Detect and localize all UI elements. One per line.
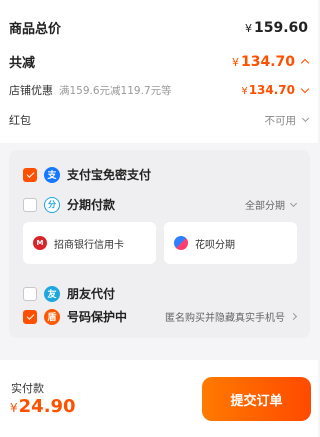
currency-symbol: ¥ xyxy=(231,55,239,69)
discount-value: 134.70 xyxy=(240,53,295,70)
discount-amount: ¥134.70 xyxy=(232,54,295,70)
friend-pay-label: 朋友代付 xyxy=(67,287,116,301)
chevron-down-icon xyxy=(289,199,298,207)
chevron-down-icon[interactable] xyxy=(301,114,310,123)
bank-name: 花呗分期 xyxy=(195,239,235,251)
cmb-bank-logo-icon: M xyxy=(33,236,47,250)
total-price-row: 商品总价 ¥159.60 xyxy=(9,18,308,38)
store-discount-value: 134.70 xyxy=(248,83,295,97)
submit-order-button[interactable]: 提交订单 xyxy=(202,377,311,421)
pay-amount-value: 24.90 xyxy=(18,396,76,417)
pay-amount-label: 实付款 xyxy=(11,382,44,395)
installment-option[interactable]: 分 分期付款 全部分期 xyxy=(23,196,298,213)
alipay-option[interactable]: 支 支付宝免密支付 xyxy=(23,166,296,183)
huabei-installment-option[interactable]: 花呗分期 xyxy=(164,222,297,264)
chevron-up-icon[interactable] xyxy=(300,58,310,68)
all-installments-link[interactable]: 全部分期 xyxy=(245,197,298,212)
store-discount-row[interactable]: 店铺优惠 满159.6元减119.7元等 ¥134.70 xyxy=(9,82,310,98)
pay-amount: ¥24.90 xyxy=(10,396,76,417)
installment-icon: 分 xyxy=(44,196,60,213)
huabei-logo-icon xyxy=(174,236,188,250)
alipay-label: 支付宝免密支付 xyxy=(67,168,152,182)
number-protection-label: 号码保护中 xyxy=(67,310,128,324)
bank-name: 招商银行信用卡 xyxy=(54,239,124,251)
price-summary: 商品总价 ¥159.60 共减 ¥134.70 店铺优惠 满159.6元减119… xyxy=(0,0,318,143)
red-packet-status: 不可用 xyxy=(264,114,297,127)
total-price-amount: ¥159.60 xyxy=(245,20,308,36)
number-protection-desc: 匿名购买并隐藏真实手机号 xyxy=(165,313,285,324)
discount-label: 共减 xyxy=(9,56,36,71)
store-discount-label: 店铺优惠 xyxy=(9,84,53,97)
all-installments-label: 全部分期 xyxy=(245,201,285,212)
friend-pay-checkbox[interactable] xyxy=(23,286,37,301)
discount-row[interactable]: 共减 ¥134.70 xyxy=(9,52,310,71)
store-discount-amount: ¥134.70 xyxy=(241,83,295,97)
alipay-checkbox[interactable] xyxy=(23,167,37,182)
alipay-icon: 支 xyxy=(44,166,60,183)
payment-methods-card: 支 支付宝免密支付 分 分期付款 全部分期 M 招商银行信用卡 花呗分期 友 朋… xyxy=(9,150,310,338)
currency-symbol: ¥ xyxy=(10,401,18,415)
currency-symbol: ¥ xyxy=(244,21,252,35)
shield-icon: 盾 xyxy=(44,308,60,325)
red-packet-label: 红包 xyxy=(9,114,31,127)
total-price-label: 商品总价 xyxy=(9,22,62,37)
installment-checkbox[interactable] xyxy=(23,197,37,212)
installment-label: 分期付款 xyxy=(67,198,116,212)
checkout-bar: 实付款 ¥24.90 提交订单 xyxy=(0,360,318,437)
store-discount-desc: 满159.6元减119.7元等 xyxy=(59,84,172,97)
number-protection-option[interactable]: 盾 号码保护中 匿名购买并隐藏真实手机号 xyxy=(23,308,298,325)
chevron-right-icon[interactable] xyxy=(289,312,298,321)
chevron-down-icon[interactable] xyxy=(300,84,310,93)
total-price-value: 159.60 xyxy=(253,19,308,36)
cmb-credit-card-option[interactable]: M 招商银行信用卡 xyxy=(23,222,156,264)
number-protection-checkbox[interactable] xyxy=(23,309,37,324)
currency-symbol: ¥ xyxy=(241,86,248,97)
friend-pay-option[interactable]: 友 朋友代付 xyxy=(23,285,296,302)
red-packet-row[interactable]: 红包 不可用 xyxy=(9,112,310,128)
friend-icon: 友 xyxy=(44,285,60,302)
